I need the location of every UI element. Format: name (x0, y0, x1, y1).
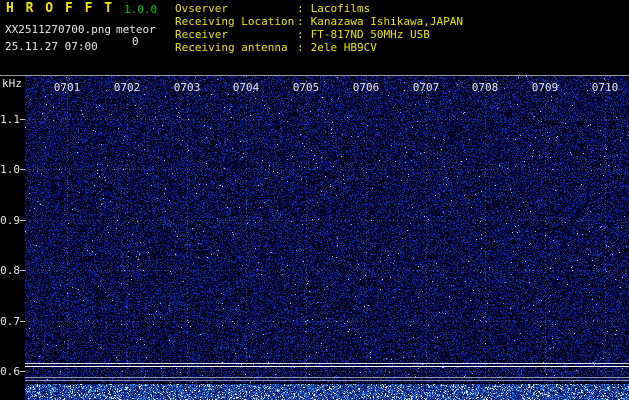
info-row-antenna: Receiving antenna:2ele HB9CV (175, 41, 377, 54)
output-filename: XX2511270700.png (5, 23, 111, 36)
time-label-0709: 0709 (532, 81, 559, 94)
info-colon: : (297, 2, 304, 15)
freq-unit-label: kHz (2, 77, 22, 90)
time-label-0708: 0708 (472, 81, 499, 94)
time-label-0702: 0702 (114, 81, 141, 94)
info-label-observer: Ovserver (175, 2, 297, 15)
minute-gridline (366, 76, 367, 383)
minute-gridline (306, 76, 307, 383)
freq-label-0-8: 0.8 (0, 264, 20, 277)
freq-tick (20, 270, 25, 271)
info-value-antenna: 2ele HB9CV (311, 41, 377, 54)
freq-tick (20, 220, 25, 221)
app-title: H R O F F T (6, 2, 114, 15)
level-line-lower-1 (25, 377, 629, 378)
signal-level-strip-canvas (25, 384, 629, 400)
freq-gridline (25, 169, 629, 170)
minute-gridline (127, 76, 128, 383)
time-label-0701: 0701 (54, 81, 81, 94)
freq-label-0-6: 0.6 (0, 365, 20, 378)
freq-tick (20, 321, 25, 322)
time-label-0710: 0710 (592, 81, 619, 94)
info-colon: : (297, 15, 304, 28)
freq-label-0-7: 0.7 (0, 315, 20, 328)
freq-gridline (25, 321, 629, 322)
info-row-location: Receiving Location: Kanazawa Ishikawa,JAP… (175, 15, 463, 28)
info-label-location: Receiving Location (175, 15, 297, 28)
meteor-count: 0 (132, 35, 139, 48)
freq-label-1-0: 1.0 (0, 163, 20, 176)
time-label-0707: 0707 (413, 81, 440, 94)
freq-tick (20, 169, 25, 170)
freq-label-0-9: 0.9 (0, 214, 20, 227)
minute-gridline (187, 76, 188, 383)
info-row-observer: Ovserver: Lacofilms (175, 2, 370, 15)
time-label-0706: 0706 (353, 81, 380, 94)
freq-label-1-1: 1.1 (0, 113, 20, 126)
freq-gridline (25, 371, 629, 372)
info-value-location: Kanazawa Ishikawa,JAPAN (311, 15, 463, 28)
observation-datetime: 25.11.27 07:00 (5, 40, 98, 53)
info-row-receiver: Receiver: FT-817ND 50MHz USB (175, 28, 430, 41)
info-colon: : (297, 28, 304, 41)
level-line-upper-2 (25, 366, 629, 367)
freq-gridline (25, 220, 629, 221)
minute-gridline (485, 76, 486, 383)
info-value-receiver: FT-817ND 50MHz USB (311, 28, 430, 41)
spectrogram-noise-canvas (25, 76, 629, 383)
time-label-0704: 0704 (233, 81, 260, 94)
time-label-0705: 0705 (293, 81, 320, 94)
freq-tick (20, 119, 25, 120)
level-line-upper-1 (25, 363, 629, 364)
info-value-observer: Lacofilms (311, 2, 371, 15)
app-version: 1.0.0 (124, 3, 157, 16)
level-line-lower-2 (25, 380, 629, 381)
minute-gridline (605, 76, 606, 383)
info-label-receiver: Receiver (175, 28, 297, 41)
minute-gridline (67, 76, 68, 383)
freq-gridline (25, 270, 629, 271)
info-label-antenna: Receiving antenna (175, 41, 297, 54)
hrofft-window: H R O F F T 1.0.0 XX2511270700.png meteo… (0, 0, 629, 400)
minute-gridline (246, 76, 247, 383)
minute-gridline (426, 76, 427, 383)
freq-tick (20, 371, 25, 372)
minute-gridline (545, 76, 546, 383)
time-label-0703: 0703 (174, 81, 201, 94)
freq-gridline (25, 119, 629, 120)
info-colon: : (297, 41, 304, 54)
